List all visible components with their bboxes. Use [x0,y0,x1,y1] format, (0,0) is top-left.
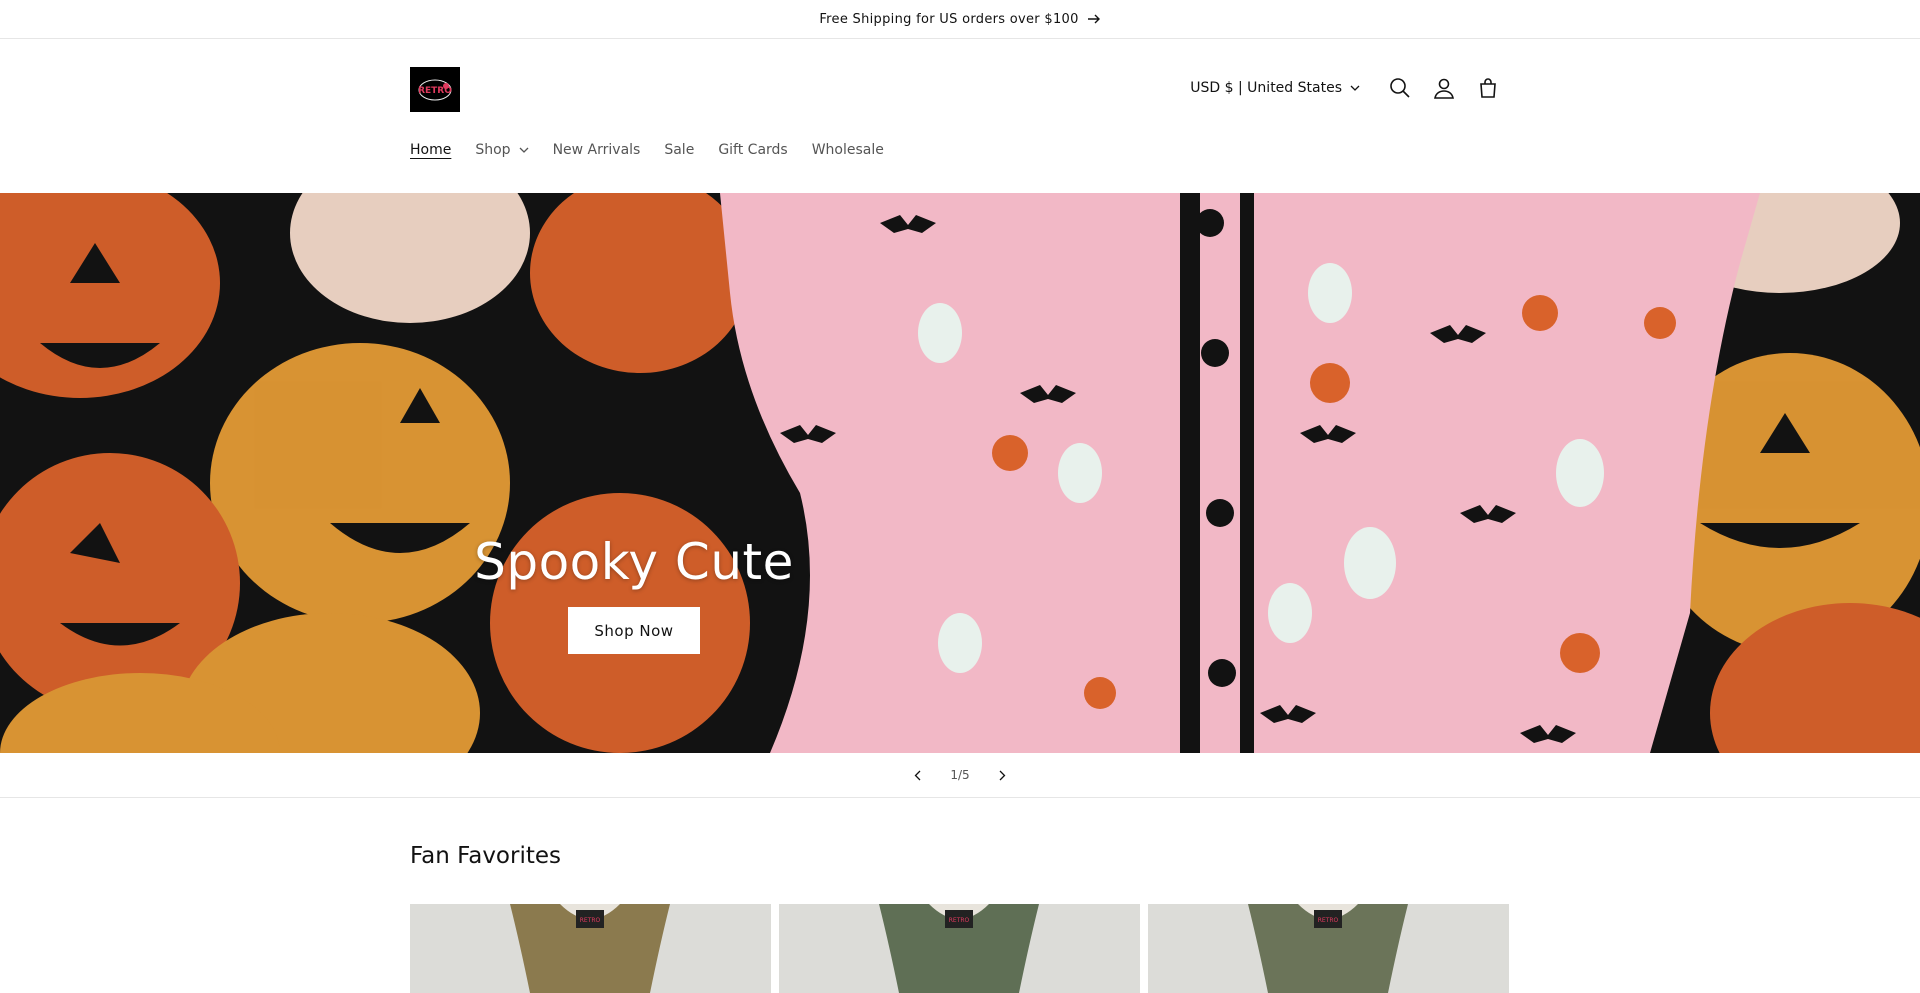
slide-counter: 1 / 5 [950,768,969,782]
hero-slideshow: Spooky Cute Shop Now [0,193,1920,753]
nav-item-label: Shop [475,142,511,158]
slide-current: 1 [950,768,958,782]
nav-item-shop[interactable]: Shop [463,138,540,162]
nav-item-home[interactable]: Home [410,138,463,162]
store-logo[interactable]: RETRO [410,67,460,112]
svg-text:RETRO: RETRO [1318,917,1339,924]
product-image: RETRO [1148,904,1509,993]
arrow-right-icon [1087,14,1100,24]
product-image: RETRO [779,904,1140,993]
chevron-right-icon [999,770,1006,780]
account-icon [1434,78,1454,99]
cart-icon [1480,78,1496,98]
nav-item-label: New Arrivals [552,142,641,158]
product-card[interactable]: RETRO [779,904,1140,993]
announcement-link[interactable]: Free Shipping for US orders over $100 [819,12,1100,27]
chevron-down-icon [519,147,529,153]
cart-button[interactable] [1466,66,1510,110]
search-button[interactable] [1378,66,1422,110]
nav-item-label: Home [410,142,452,158]
nav-item-wholesale[interactable]: Wholesale [800,138,896,162]
nav-item-label: Gift Cards [718,142,788,158]
nav-item-gift-cards[interactable]: Gift Cards [706,138,799,162]
next-slide-button[interactable] [992,764,1014,786]
product-card[interactable]: RETRO [410,904,771,993]
hero-title: Spooky Cute [474,533,794,591]
announcement-bar: Free Shipping for US orders over $100 [0,0,1920,39]
product-image: RETRO [410,904,771,993]
nav-item-label: Wholesale [811,142,884,158]
announcement-text: Free Shipping for US orders over $100 [819,11,1079,27]
slide-total: 5 [962,768,970,782]
shop-now-button[interactable]: Shop Now [568,607,700,654]
nav-item-label: Sale [664,142,695,158]
chevron-left-icon [914,770,921,780]
hero-image [0,193,1920,753]
logo-mark: RETRO [418,79,452,100]
svg-text:RETRO: RETRO [949,917,970,924]
header-tools: USD $ | United States [1190,73,1510,103]
svg-text:RETRO: RETRO [580,917,601,924]
nav-item-new-arrivals[interactable]: New Arrivals [541,138,653,162]
product-grid: RETRO RETRO RETRO [410,904,1509,993]
site-header: RETRO USD $ | United States Home Shop Ne… [0,39,1920,193]
currency-label: USD $ | United States [1190,80,1342,96]
hero-content: Spooky Cute Shop Now [434,533,834,654]
main-navigation: Home Shop New Arrivals Sale Gift Cards W… [410,138,896,162]
chevron-down-icon [1350,85,1360,91]
nav-item-sale[interactable]: Sale [652,138,706,162]
section-title: Fan Favorites [410,843,561,869]
slider-controls: 1 / 5 [0,753,1920,798]
account-button[interactable] [1422,66,1466,110]
currency-selector[interactable]: USD $ | United States [1190,80,1378,96]
product-card[interactable]: RETRO [1148,904,1509,993]
search-icon [1390,78,1410,98]
previous-slide-button[interactable] [906,764,928,786]
